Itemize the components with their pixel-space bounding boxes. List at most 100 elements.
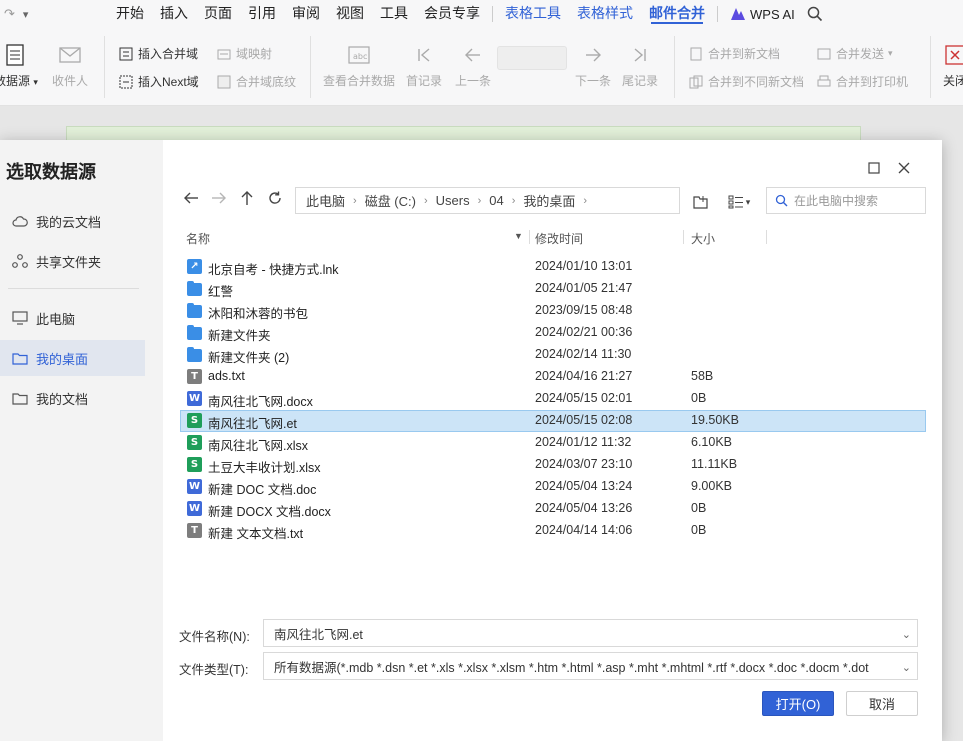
sidebar-item-shared-folder[interactable]: 共享文件夹 — [0, 243, 145, 279]
next-record-button[interactable]: 下一条 — [575, 42, 611, 89]
sidebar-item-label: 共享文件夹 — [36, 254, 102, 270]
breadcrumb-item[interactable]: Users — [436, 193, 470, 208]
merge-to-new-doc-label: 合并到新文档 — [708, 47, 781, 61]
filename-input[interactable]: 南风往北飞网.et ⌄ — [263, 619, 918, 647]
file-row[interactable]: S 土豆大丰收计划.xlsx 2024/03/07 23:10 11.11KB — [180, 454, 926, 476]
menu-bar: ↷ ▾ 开始 插入 页面 引用 审阅 视图 工具 会员专享 表格工具 表格样式 … — [0, 0, 963, 28]
file-row[interactable]: 沐阳和沐蓉的书包 2023/09/15 08:48 — [180, 300, 926, 322]
recipients-button[interactable]: 收件人 — [52, 42, 88, 89]
file-size: 58B — [691, 369, 714, 383]
breadcrumb-item[interactable]: 此电脑 — [306, 191, 345, 210]
file-date: 2024/04/16 21:27 — [535, 369, 633, 383]
select-data-source-dialog: 选取数据源 我的云文档 共享文件夹 此电脑 我的桌面 我的文档 此电脑 › 磁盘… — [0, 140, 942, 741]
column-name[interactable]: 名称 — [186, 230, 210, 247]
back-button[interactable] — [180, 187, 202, 209]
sidebar-item-my-desktop[interactable]: 我的桌面 — [0, 340, 145, 376]
sidebar-item-my-documents[interactable]: 我的文档 — [0, 380, 145, 416]
breadcrumb-item[interactable]: 04 — [489, 193, 503, 208]
word-file-icon: W — [187, 391, 202, 406]
filename-label: 文件名称(N): — [179, 630, 250, 644]
column-divider[interactable] — [683, 230, 684, 244]
chevron-down-icon[interactable]: ⌄ — [897, 661, 911, 674]
breadcrumb-item[interactable]: 我的桌面 — [523, 191, 575, 210]
column-size[interactable]: 大小 — [691, 230, 715, 247]
file-date: 2024/01/12 11:32 — [535, 435, 632, 449]
tab-table-style[interactable]: 表格样式 — [569, 0, 641, 28]
merge-send-label: 合并发送 — [836, 47, 885, 61]
close-button[interactable] — [894, 158, 914, 178]
search-icon[interactable] — [807, 6, 823, 22]
merge-to-printer-button[interactable]: 合并到打印机 — [816, 73, 908, 90]
prev-record-button[interactable]: 上一条 — [455, 42, 491, 89]
view-mode-button[interactable]: ▾ — [722, 191, 756, 213]
open-button[interactable]: 打开(O) — [762, 691, 834, 716]
tab-mail-merge[interactable]: 邮件合并 — [641, 0, 713, 28]
sidebar-item-this-pc[interactable]: 此电脑 — [0, 300, 145, 336]
tab-tools[interactable]: 工具 — [372, 0, 416, 28]
file-row[interactable]: T 新建 文本文档.txt 2024/04/14 14:06 0B — [180, 520, 926, 542]
arrow-right-icon — [212, 192, 226, 204]
record-number-input[interactable] — [497, 46, 567, 70]
file-name: 新建 文本文档.txt — [208, 527, 304, 541]
merge-to-diff-docs-label: 合并到不同新文档 — [708, 75, 805, 89]
chevron-down-icon[interactable]: ⌄ — [902, 628, 911, 641]
chevron-right-icon: › — [477, 194, 482, 207]
insert-merge-field-label: 插入合并域 — [138, 47, 199, 61]
filetype-select[interactable]: 所有数据源(*.mdb *.dsn *.et *.xls *.xlsx *.xl… — [263, 652, 918, 680]
tab-view[interactable]: 视图 — [328, 0, 372, 28]
file-row[interactable]: W 南风往北飞网.docx 2024/05/15 02:01 0B — [180, 388, 926, 410]
forward-button[interactable] — [208, 187, 230, 209]
column-modified[interactable]: 修改时间 — [535, 230, 583, 247]
search-input[interactable]: 在此电脑中搜索 — [766, 187, 926, 214]
menu-separator — [717, 6, 718, 22]
refresh-button[interactable] — [264, 187, 286, 209]
field-shading-button[interactable]: 合并域底纹 — [216, 73, 296, 90]
first-record-button[interactable]: 首记录 — [406, 42, 442, 89]
field-mapping-button[interactable]: 域映射 — [216, 45, 272, 62]
wps-ai-button[interactable]: WPS AI — [722, 7, 803, 22]
data-source-button[interactable]: 数据源 ▾ — [0, 42, 38, 89]
address-bar[interactable]: 此电脑 › 磁盘 (C:) › Users › 04 › 我的桌面 › — [295, 187, 680, 214]
tab-member[interactable]: 会员专享 — [416, 0, 488, 28]
cancel-button[interactable]: 取消 — [846, 691, 918, 716]
tab-review[interactable]: 审阅 — [284, 0, 328, 28]
tab-insert[interactable]: 插入 — [152, 0, 196, 28]
file-row[interactable]: 新建文件夹 (2) 2024/02/14 11:30 — [180, 344, 926, 366]
field-mapping-label: 域映射 — [236, 47, 273, 61]
chevron-down-icon[interactable]: ▾ — [23, 8, 29, 21]
view-merged-data-button[interactable]: abc 查看合并数据 — [323, 42, 395, 89]
file-row[interactable]: S 南风往北飞网.xlsx 2024/01/12 11:32 6.10KB — [180, 432, 926, 454]
sidebar-item-cloud-docs[interactable]: 我的云文档 — [0, 203, 145, 239]
breadcrumb-item[interactable]: 磁盘 (C:) — [365, 191, 416, 210]
column-divider[interactable] — [766, 230, 767, 244]
file-row[interactable]: ↗ 北京自考 - 快捷方式.lnk 2024/01/10 13:01 — [180, 256, 926, 278]
close-merge-button[interactable]: 关闭 — [942, 42, 963, 89]
file-row[interactable]: W 新建 DOC 文档.doc 2024/05/04 13:24 9.00KB — [180, 476, 926, 498]
new-folder-button[interactable] — [690, 191, 712, 213]
tab-references[interactable]: 引用 — [240, 0, 284, 28]
redo-icon[interactable]: ↷ — [4, 6, 15, 22]
sort-desc-icon[interactable]: ▼ — [514, 231, 523, 241]
file-row[interactable]: 红警 2024/01/05 21:47 — [180, 278, 926, 300]
merge-to-new-doc-button[interactable]: 合并到新文档 — [688, 45, 780, 62]
last-record-button[interactable]: 尾记录 — [622, 42, 658, 89]
file-row[interactable]: W 新建 DOCX 文档.docx 2024/05/04 13:26 0B — [180, 498, 926, 520]
tab-table-tools[interactable]: 表格工具 — [497, 0, 569, 28]
file-row[interactable]: T ads.txt 2024/04/16 21:27 58B — [180, 366, 926, 388]
insert-merge-field-button[interactable]: 插入合并域 — [118, 45, 198, 62]
file-row-selected[interactable]: S 南风往北飞网.et 2024/05/15 02:08 19.50KB — [180, 410, 926, 432]
file-size: 19.50KB — [691, 413, 739, 427]
filetype-label: 文件类型(T): — [179, 663, 249, 677]
file-name: 南风往北飞网.et — [208, 417, 297, 431]
merge-to-diff-docs-button[interactable]: 合并到不同新文档 — [688, 73, 804, 90]
tab-home[interactable]: 开始 — [108, 0, 152, 28]
merge-send-button[interactable]: 合并发送 ▾ — [816, 45, 893, 62]
maximize-button[interactable] — [864, 158, 884, 178]
shading-icon — [216, 74, 232, 90]
insert-next-field-button[interactable]: 插入Next域 — [118, 73, 199, 90]
up-button[interactable] — [236, 187, 258, 209]
file-row[interactable]: 新建文件夹 2024/02/21 00:36 — [180, 322, 926, 344]
view-merged-data-label: 查看合并数据 — [323, 74, 396, 88]
tab-page[interactable]: 页面 — [196, 0, 240, 28]
column-divider[interactable] — [529, 230, 530, 244]
